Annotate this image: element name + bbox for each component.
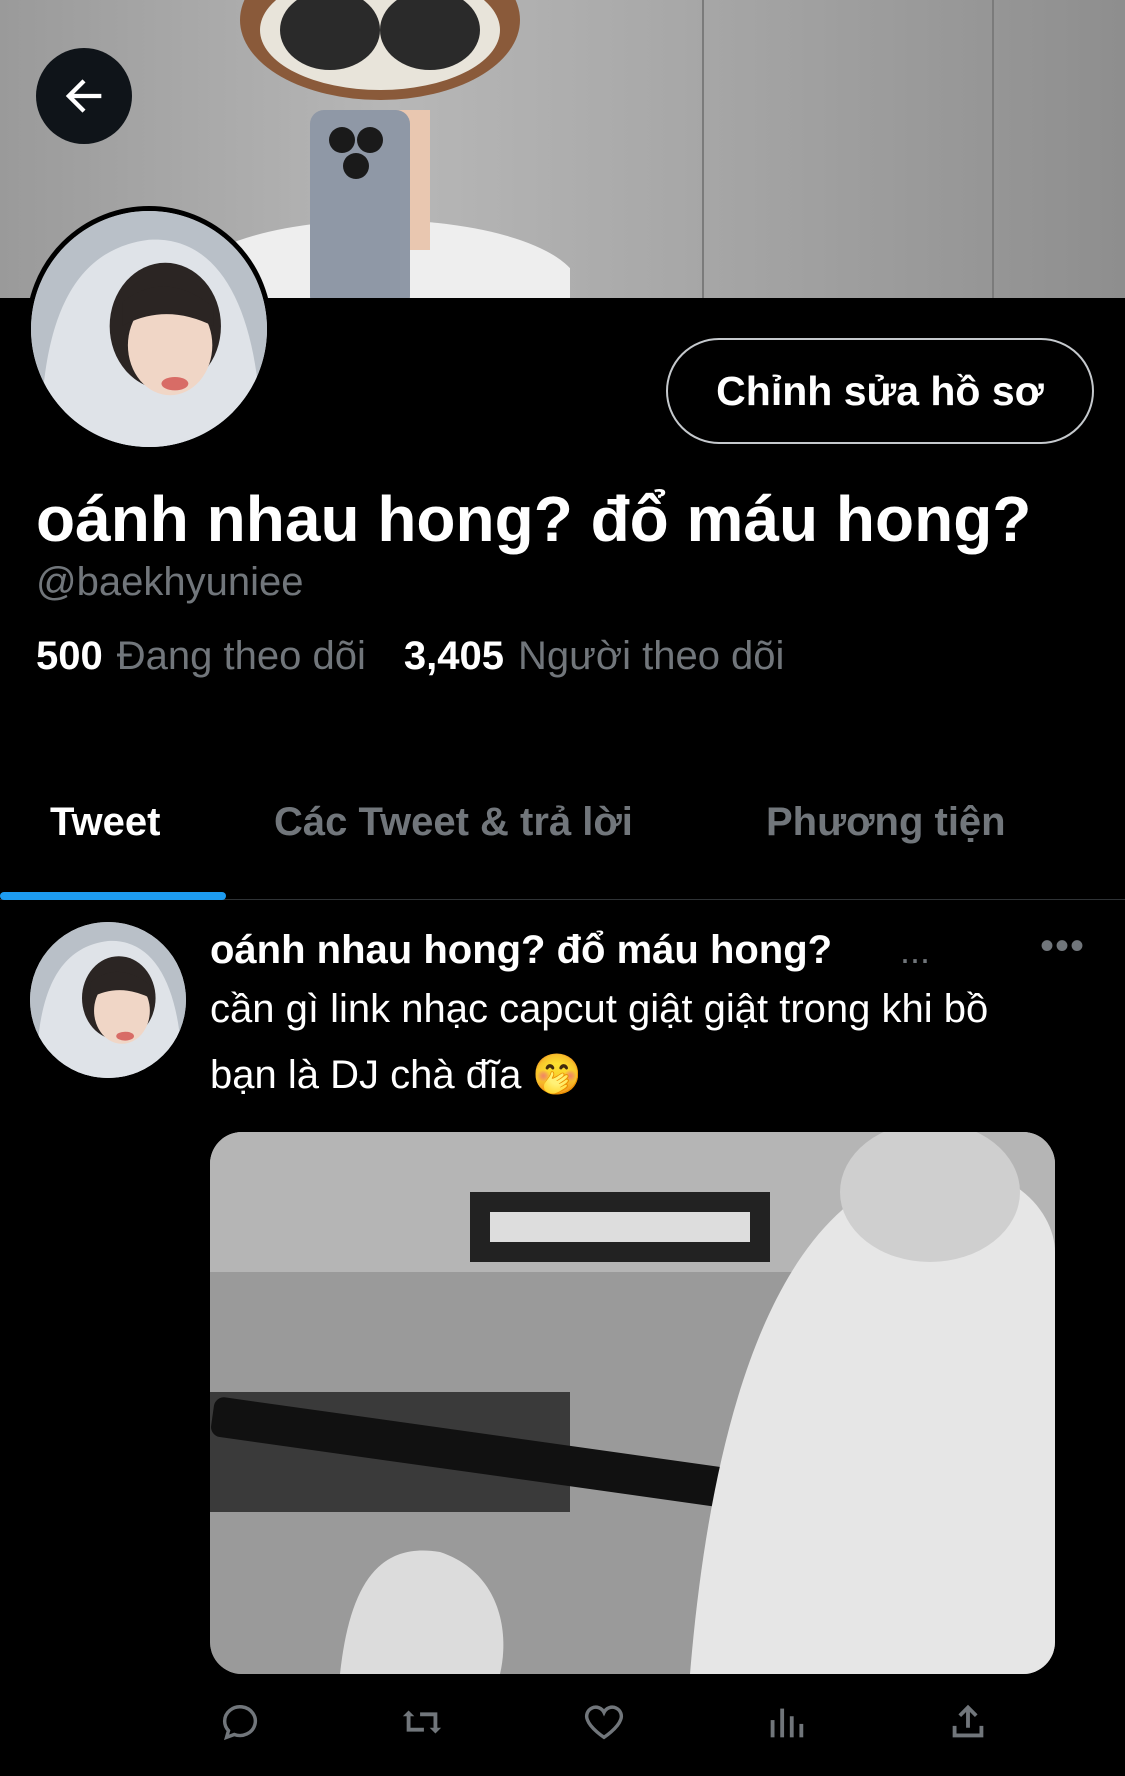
like-icon [584, 1705, 624, 1740]
followers-count: 3,405 [403, 634, 504, 678]
reply-button[interactable] [210, 1692, 270, 1752]
profile-tabs: Tweet Các Tweet & trả lời Phương tiện [0, 770, 1125, 900]
profile-display-name: oánh nhau hong? đổ máu hong? [36, 483, 1032, 555]
back-button[interactable] [36, 48, 132, 144]
following-count: 500 [36, 634, 103, 678]
arrow-left-icon [65, 79, 102, 113]
banner-wall-line [992, 0, 994, 298]
followers-label: Người theo dõi [517, 634, 785, 678]
name-truncation-ellipsis: ... [900, 930, 931, 971]
avatar-photo [31, 211, 267, 447]
followers-stat[interactable]: 3,405 Người theo dõi [404, 634, 785, 679]
tweet-media-photo[interactable] [210, 1132, 1055, 1674]
more-options-icon[interactable]: ••• [1040, 924, 1085, 969]
active-tab-indicator [0, 892, 226, 900]
retweet-button[interactable] [392, 1692, 452, 1752]
media-photo [210, 1132, 1055, 1674]
profile-handle: @baekhyuniee [36, 560, 304, 604]
profile-avatar[interactable] [26, 206, 272, 452]
analytics-icon [770, 1708, 804, 1738]
share-icon [952, 1704, 984, 1738]
banner-wall-line [702, 0, 704, 298]
following-label: Đang theo dõi [116, 634, 366, 678]
reply-icon [222, 1705, 258, 1741]
share-button[interactable] [938, 1692, 998, 1752]
following-stat[interactable]: 500 Đang theo dõi [36, 634, 366, 679]
edit-profile-button[interactable]: Chỉnh sửa hồ sơ [666, 338, 1094, 444]
analytics-button[interactable] [756, 1692, 816, 1752]
tab-tweets[interactable]: Tweet [50, 800, 160, 845]
tweet-author-name[interactable]: oánh nhau hong? đổ máu hong? [210, 928, 832, 973]
tweet-actions [210, 1692, 1060, 1752]
retweet-icon [402, 1710, 442, 1734]
tab-tweets-replies[interactable]: Các Tweet & trả lời [274, 800, 633, 845]
like-button[interactable] [574, 1692, 634, 1752]
profile-stats: 500 Đang theo dõi 3,405 Người theo dõi [36, 634, 784, 679]
tweet[interactable]: oánh nhau hong? đổ máu hong? ... ••• cần… [0, 902, 1125, 1776]
tweet-text: cần gì link nhạc capcut giật giật trong … [210, 987, 989, 1097]
banner-photo [190, 0, 570, 298]
tweet-author-avatar[interactable] [30, 922, 186, 1078]
tweet-avatar-photo [30, 922, 186, 1078]
tab-media[interactable]: Phương tiện [766, 800, 1006, 845]
